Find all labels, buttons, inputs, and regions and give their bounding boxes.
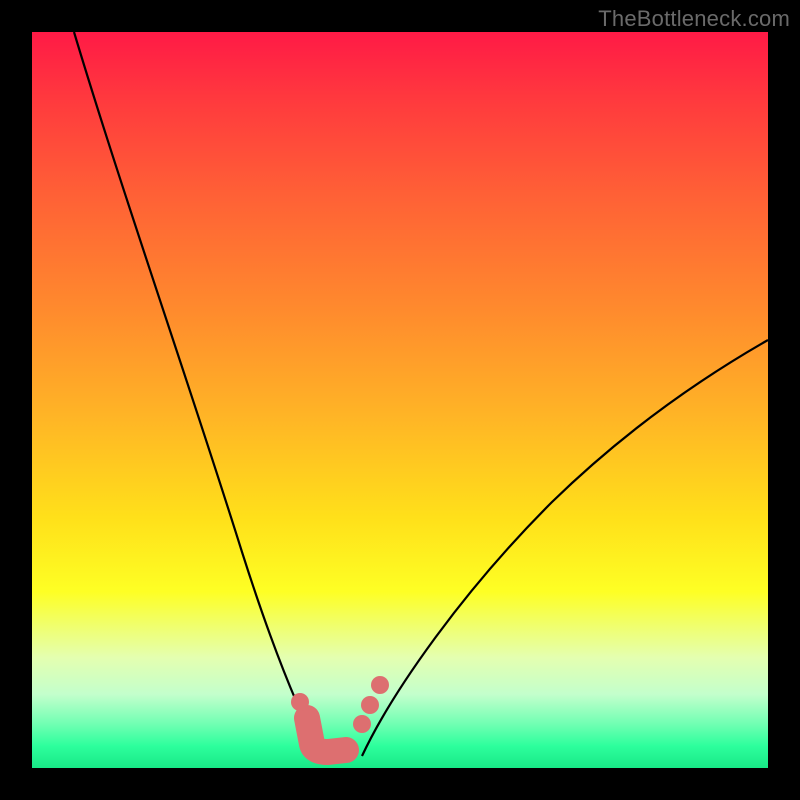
watermark-text: TheBottleneck.com <box>598 6 790 32</box>
bottleneck-curve <box>32 32 768 768</box>
chart-frame: TheBottleneck.com <box>0 0 800 800</box>
data-point-marker <box>361 696 379 714</box>
trough-marker <box>307 718 346 752</box>
curve-left-branch <box>74 32 322 756</box>
data-point-marker <box>371 676 389 694</box>
curve-right-branch <box>362 340 768 756</box>
data-point-marker <box>291 693 309 711</box>
data-point-marker <box>353 715 371 733</box>
chart-plot-area <box>32 32 768 768</box>
